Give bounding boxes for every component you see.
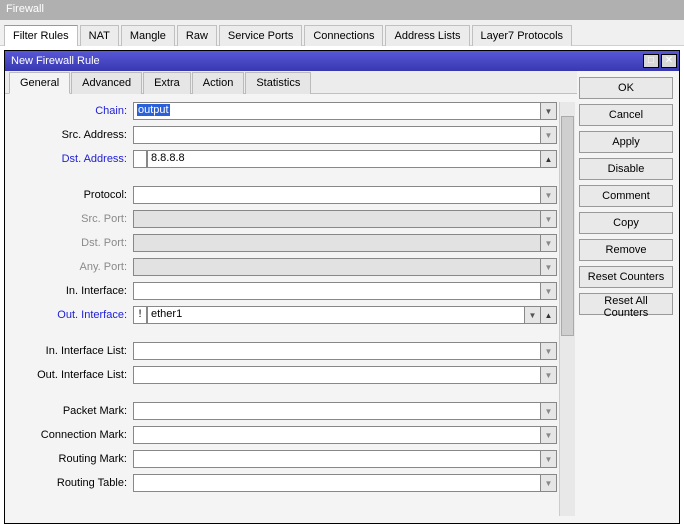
row-chain: Chain:output [13, 102, 557, 120]
dialog-title: New Firewall Rule [11, 55, 100, 67]
apply-button[interactable]: Apply [579, 131, 673, 153]
ok-button[interactable]: OK [579, 77, 673, 99]
main-tab-filter-rules[interactable]: Filter Rules [4, 25, 78, 46]
label-routingTable: Routing Table: [13, 477, 133, 489]
form-fields: Chain:outputSrc. Address:Dst. Address:8.… [13, 102, 557, 516]
scrollbar-thumb[interactable] [561, 116, 574, 336]
row-dstAddress: Dst. Address: 8.8.8.8 [13, 150, 557, 168]
label-dstAddress: Dst. Address: [13, 153, 133, 165]
expand-inInterface[interactable] [541, 282, 557, 300]
label-srcPort: Src. Port: [13, 213, 133, 225]
row-outInterfaceList: Out. Interface List: [13, 366, 557, 384]
expand-srcAddress[interactable] [541, 126, 557, 144]
expand-protocol[interactable] [541, 186, 557, 204]
main-tab-nat[interactable]: NAT [80, 25, 119, 46]
row-dstPort: Dst. Port: [13, 234, 557, 252]
disable-button[interactable]: Disable [579, 158, 673, 180]
row-routingTable: Routing Table: [13, 474, 557, 492]
label-connectionMark: Connection Mark: [13, 429, 133, 441]
dialog-buttons: OK Cancel Apply Disable Comment Copy Remove Res… [577, 71, 679, 523]
reset-all-counters-button[interactable]: Reset All Counters [579, 293, 673, 315]
label-inInterface: In. Interface: [13, 285, 133, 297]
row-protocol: Protocol: [13, 186, 557, 204]
row-packetMark: Packet Mark: [13, 402, 557, 420]
expand-routingTable[interactable] [541, 474, 557, 492]
input-outInterfaceList[interactable] [133, 366, 541, 384]
main-tab-mangle[interactable]: Mangle [121, 25, 175, 46]
expand-outInterfaceList[interactable] [541, 366, 557, 384]
main-tab-service-ports[interactable]: Service Ports [219, 25, 302, 46]
label-chain: Chain: [13, 105, 133, 117]
dropdown-outInterface[interactable] [525, 306, 541, 324]
comment-button[interactable]: Comment [579, 185, 673, 207]
negate-outInterface[interactable]: ! [133, 306, 147, 324]
dialog-tabs: GeneralAdvancedExtraActionStatistics [5, 71, 577, 94]
scrollbar[interactable] [559, 102, 575, 516]
copy-button[interactable]: Copy [579, 212, 673, 234]
expand-anyPort[interactable] [541, 258, 557, 276]
label-outInterfaceList: Out. Interface List: [13, 369, 133, 381]
main-tab-address-lists[interactable]: Address Lists [385, 25, 469, 46]
collapse-dstAddress[interactable] [541, 150, 557, 168]
dialog-tab-statistics[interactable]: Statistics [245, 72, 311, 94]
input-chain[interactable]: output [133, 102, 541, 120]
label-packetMark: Packet Mark: [13, 405, 133, 417]
input-routingTable[interactable] [133, 474, 541, 492]
window-title-text: Firewall [6, 3, 44, 15]
row-anyPort: Any. Port: [13, 258, 557, 276]
label-inInterfaceList: In. Interface List: [13, 345, 133, 357]
row-inInterface: In. Interface: [13, 282, 557, 300]
row-connectionMark: Connection Mark: [13, 426, 557, 444]
input-inInterfaceList[interactable] [133, 342, 541, 360]
input-packetMark[interactable] [133, 402, 541, 420]
dropdown-chain[interactable] [541, 102, 557, 120]
row-srcPort: Src. Port: [13, 210, 557, 228]
dialog-titlebar: New Firewall Rule □ ✕ [5, 51, 679, 71]
close-button[interactable]: ✕ [661, 54, 677, 68]
dialog-tab-general[interactable]: General [9, 72, 70, 94]
label-anyPort: Any. Port: [13, 261, 133, 273]
collapse-outInterface[interactable] [541, 306, 557, 324]
label-srcAddress: Src. Address: [13, 129, 133, 141]
minimize-button[interactable]: □ [643, 54, 659, 68]
dialog-tab-extra[interactable]: Extra [143, 72, 191, 94]
reset-counters-button[interactable]: Reset Counters [579, 266, 673, 288]
input-anyPort [133, 258, 541, 276]
input-srcAddress[interactable] [133, 126, 541, 144]
row-inInterfaceList: In. Interface List: [13, 342, 557, 360]
expand-dstPort[interactable] [541, 234, 557, 252]
main-tab-connections[interactable]: Connections [304, 25, 383, 46]
expand-srcPort[interactable] [541, 210, 557, 228]
input-dstAddress[interactable]: 8.8.8.8 [147, 150, 541, 168]
input-inInterface[interactable] [133, 282, 541, 300]
expand-routingMark[interactable] [541, 450, 557, 468]
negate-dstAddress[interactable] [133, 150, 147, 168]
label-protocol: Protocol: [13, 189, 133, 201]
label-routingMark: Routing Mark: [13, 453, 133, 465]
input-dstPort [133, 234, 541, 252]
remove-button[interactable]: Remove [579, 239, 673, 261]
expand-inInterfaceList[interactable] [541, 342, 557, 360]
row-srcAddress: Src. Address: [13, 126, 557, 144]
main-tab-layer7-protocols[interactable]: Layer7 Protocols [472, 25, 573, 46]
cancel-button[interactable]: Cancel [579, 104, 673, 126]
expand-packetMark[interactable] [541, 402, 557, 420]
label-dstPort: Dst. Port: [13, 237, 133, 249]
dialog: New Firewall Rule □ ✕ GeneralAdvancedExt… [4, 50, 680, 524]
input-srcPort [133, 210, 541, 228]
main-tabs: Filter RulesNATMangleRawService PortsCon… [0, 20, 684, 46]
main-tab-raw[interactable]: Raw [177, 25, 217, 46]
label-outInterface: Out. Interface: [13, 309, 133, 321]
input-routingMark[interactable] [133, 450, 541, 468]
expand-connectionMark[interactable] [541, 426, 557, 444]
window-title: Firewall [0, 0, 684, 20]
input-protocol[interactable] [133, 186, 541, 204]
input-connectionMark[interactable] [133, 426, 541, 444]
row-outInterface: Out. Interface:!ether1 [13, 306, 557, 324]
row-routingMark: Routing Mark: [13, 450, 557, 468]
dialog-tab-advanced[interactable]: Advanced [71, 72, 142, 94]
input-outInterface[interactable]: ether1 [147, 306, 525, 324]
dialog-tab-action[interactable]: Action [192, 72, 245, 94]
